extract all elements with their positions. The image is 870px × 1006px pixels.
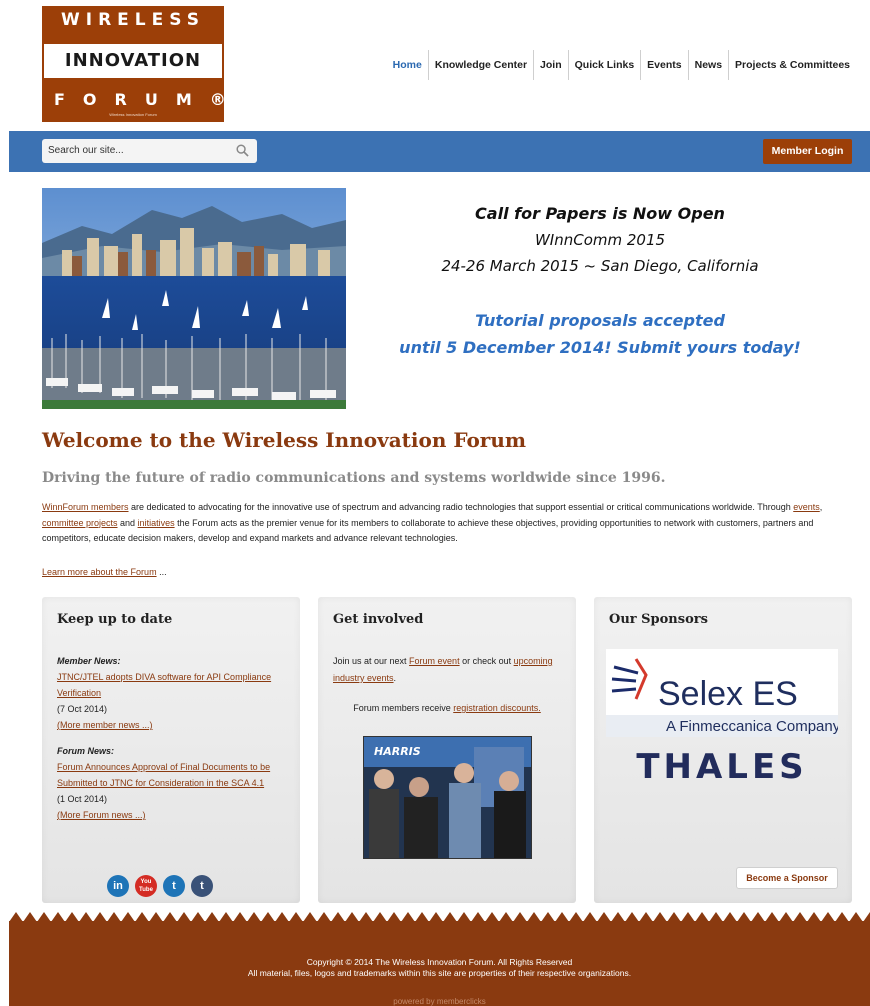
tumblr-icon[interactable]: t — [191, 875, 213, 897]
events-link[interactable]: events — [793, 502, 820, 512]
get-involved-text-3: . — [393, 673, 397, 683]
call-for-papers-banner[interactable]: Call for Papers is Now Open WInnComm 201… — [370, 200, 830, 357]
selex-es-name: Selex ES — [658, 675, 798, 713]
forum-news-label: Forum News: — [57, 746, 115, 756]
photo-sign-text: HARRIS — [374, 745, 421, 758]
get-involved-text-2: or check out — [459, 656, 514, 666]
footer-copyright: Copyright © 2014 The Wireless Innovation… — [306, 957, 573, 967]
search-input[interactable]: Search our site... — [42, 139, 257, 163]
logo-fine-print: Wireless Innovation Forum — [109, 112, 157, 117]
sponsors-title: Our Sponsors — [609, 612, 708, 627]
keep-up-to-date-panel: Keep up to date Member News: JTNC/JTEL a… — [42, 597, 300, 903]
get-involved-text-1: Join us at our next — [333, 656, 410, 666]
banner-event-name: WInnComm 2015 — [534, 231, 666, 249]
member-news-label: Member News: — [57, 656, 121, 666]
learn-more-line: Learn more about the Forum ... — [42, 567, 167, 577]
event-photo[interactable]: HARRIS — [363, 736, 532, 859]
logo-line-3: FORUM® — [54, 90, 244, 109]
footer-powered-by[interactable]: powered by memberclicks — [9, 997, 870, 1006]
thales-logo[interactable]: THALES — [606, 749, 838, 785]
youtube-icon[interactable]: You Tube — [135, 875, 157, 897]
page-title: Welcome to the Wireless Innovation Forum — [42, 428, 527, 452]
san-diego-banner-image[interactable] — [42, 188, 346, 409]
main-nav: Home Knowledge Center Join Quick Links E… — [387, 50, 856, 80]
search-placeholder: Search our site... — [48, 145, 124, 156]
logo-line-1: WIRELESS — [61, 10, 205, 30]
learn-more-suffix: ... — [156, 567, 167, 577]
more-forum-news-link[interactable]: (More Forum news ...) — [57, 810, 146, 820]
registration-discount-prefix: Forum members receive — [353, 703, 454, 713]
nav-quick-links[interactable]: Quick Links — [567, 50, 641, 80]
intro-paragraph: WinnForum members are dedicated to advoc… — [42, 500, 832, 547]
banner-headline: Call for Papers is Now Open — [475, 204, 725, 223]
get-involved-title: Get involved — [333, 612, 424, 627]
learn-more-link[interactable]: Learn more about the Forum — [42, 567, 157, 577]
twitter-icon[interactable]: t — [163, 875, 185, 897]
nav-knowledge-center[interactable]: Knowledge Center — [427, 50, 533, 80]
banner-tutorial-line-2: until 5 December 2014! Submit yours toda… — [399, 338, 801, 357]
initiatives-link[interactable]: initiatives — [138, 518, 175, 528]
nav-home[interactable]: Home — [387, 50, 428, 80]
selex-es-logo[interactable]: Selex ES A Finmeccanica Company — [606, 649, 841, 737]
nav-projects-committees[interactable]: Projects & Committees — [728, 50, 856, 80]
linkedin-icon[interactable]: in — [107, 875, 129, 897]
news-list: Member News: JTNC/JTEL adopts DIVA softw… — [57, 653, 289, 823]
keep-up-title: Keep up to date — [57, 612, 173, 627]
sponsors-panel: Our Sponsors Selex ES A Finmeccanica Com… — [594, 597, 852, 903]
banner-event-dates: 24-26 March 2015 ~ San Diego, California — [441, 257, 759, 275]
registration-discounts-link[interactable]: registration discounts. — [453, 703, 541, 713]
selex-es-subtitle: A Finmeccanica Company — [666, 718, 838, 735]
forum-news-link[interactable]: Forum Announces Approval of Final Docume… — [57, 762, 270, 788]
member-news-date: (7 Oct 2014) — [57, 704, 108, 714]
winnforum-members-link[interactable]: WinnForum members — [42, 502, 129, 512]
nav-join[interactable]: Join — [533, 50, 568, 80]
become-sponsor-button[interactable]: Become a Sponsor — [736, 867, 838, 889]
footer-rights: All material, files, logos and trademark… — [247, 968, 632, 978]
intro-text-1: are dedicated to advocating for the inno… — [128, 502, 794, 512]
member-login-button[interactable]: Member Login — [763, 139, 852, 164]
committee-projects-link[interactable]: committee projects — [42, 518, 118, 528]
site-footer: Copyright © 2014 The Wireless Innovation… — [9, 921, 870, 1006]
site-logo[interactable]: WIRELESS INNOVATION FORUM® Wireless Inno… — [42, 6, 244, 122]
search-icon[interactable] — [236, 144, 249, 157]
nav-events[interactable]: Events — [640, 50, 687, 80]
page-tagline: Driving the future of radio communicatio… — [42, 470, 666, 486]
member-news-link[interactable]: JTNC/JTEL adopts DIVA software for API C… — [57, 672, 271, 698]
banner-tutorial-line-1: Tutorial proposals accepted — [475, 311, 725, 330]
intro-text-2: , — [819, 502, 823, 512]
registration-discount-text: Forum members receive registration disco… — [318, 703, 576, 713]
forum-event-link[interactable]: Forum event — [409, 656, 460, 666]
more-member-news-link[interactable]: (More member news ...) — [57, 720, 153, 730]
intro-text-3: and — [117, 517, 138, 528]
social-links: in You Tube t t — [107, 875, 213, 897]
get-involved-panel: Get involved Join us at our next Forum e… — [318, 597, 576, 903]
get-involved-text: Join us at our next Forum event or check… — [333, 653, 563, 687]
forum-news-date: (1 Oct 2014) — [57, 794, 108, 804]
nav-news[interactable]: News — [687, 50, 728, 80]
logo-line-2: INNOVATION — [44, 44, 222, 78]
